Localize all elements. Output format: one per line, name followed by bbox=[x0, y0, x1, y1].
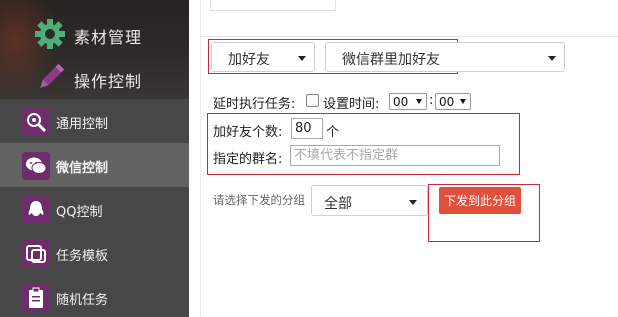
minute-value: 00 bbox=[439, 95, 455, 109]
time-separator: : bbox=[429, 93, 434, 108]
sidebar-item-operation[interactable]: 操作控制 bbox=[0, 60, 189, 96]
chevron-down-icon bbox=[548, 56, 556, 61]
template-icon bbox=[22, 240, 50, 268]
wechat-icon bbox=[22, 152, 50, 180]
sidebar-item-material[interactable]: 素材管理 bbox=[0, 16, 189, 52]
delay-label: 延时执行任务: bbox=[213, 97, 296, 112]
group-label: 指定的群名: bbox=[213, 152, 283, 167]
sidebar-item-label: 随机任务 bbox=[56, 293, 109, 308]
sidebar-item-label: QQ控制 bbox=[56, 205, 103, 220]
sidebar-item-label: 微信控制 bbox=[56, 161, 109, 176]
count-label: 加好友个数: bbox=[213, 125, 283, 140]
sidebar-item-random-task[interactable]: 随机任务 bbox=[0, 275, 189, 317]
dispatch-label: 请选择下发的分组 bbox=[213, 193, 305, 207]
pen-icon bbox=[34, 62, 66, 94]
chevron-down-icon bbox=[460, 99, 466, 104]
sidebar-item-general-control[interactable]: 通用控制 bbox=[0, 99, 189, 143]
sidebar-item-label: 通用控制 bbox=[56, 117, 109, 132]
settings-icon bbox=[22, 108, 50, 136]
sidebar-item-label: 素材管理 bbox=[74, 28, 143, 47]
hour-value: 00 bbox=[393, 95, 409, 109]
dispatch-button[interactable]: 下发到此分组 bbox=[439, 187, 521, 214]
chevron-down-icon bbox=[416, 99, 422, 104]
action-subselect-value: 微信群里加好友 bbox=[342, 52, 440, 68]
gear-icon bbox=[34, 18, 66, 50]
action-select-value: 加好友 bbox=[228, 52, 270, 68]
clipboard-icon bbox=[22, 284, 50, 312]
sidebar-item-wechat-control[interactable]: 微信控制 bbox=[0, 143, 189, 187]
minute-select[interactable]: 00 bbox=[435, 93, 471, 110]
sidebar-item-qq-control[interactable]: QQ控制 bbox=[0, 187, 189, 231]
content-border bbox=[200, 0, 201, 317]
action-subselect[interactable]: 微信群里加好友 bbox=[325, 42, 565, 72]
divider bbox=[200, 36, 618, 37]
sidebar-item-task-template[interactable]: 任务模板 bbox=[0, 231, 189, 275]
set-time-checkbox[interactable] bbox=[306, 94, 319, 107]
action-select[interactable]: 加好友 bbox=[211, 42, 315, 72]
top-tab[interactable] bbox=[210, 0, 336, 11]
qq-icon bbox=[22, 196, 50, 224]
sidebar: 素材管理 操作控制 通用控制 微信控制 QQ控制 任务模板 随机任务 bbox=[0, 0, 189, 317]
count-unit: 个 bbox=[326, 125, 340, 140]
dispatch-group-select[interactable]: 全部 bbox=[311, 185, 428, 216]
chevron-down-icon bbox=[298, 56, 306, 61]
sidebar-item-label: 操作控制 bbox=[74, 72, 143, 91]
sidebar-item-label: 任务模板 bbox=[56, 249, 109, 264]
dispatch-group-value: 全部 bbox=[324, 196, 352, 212]
count-input[interactable] bbox=[291, 118, 323, 139]
group-name-input[interactable] bbox=[290, 145, 500, 166]
hour-select[interactable]: 00 bbox=[389, 93, 427, 110]
set-time-label: 设置时间: bbox=[323, 97, 380, 112]
chevron-down-icon bbox=[409, 200, 417, 205]
